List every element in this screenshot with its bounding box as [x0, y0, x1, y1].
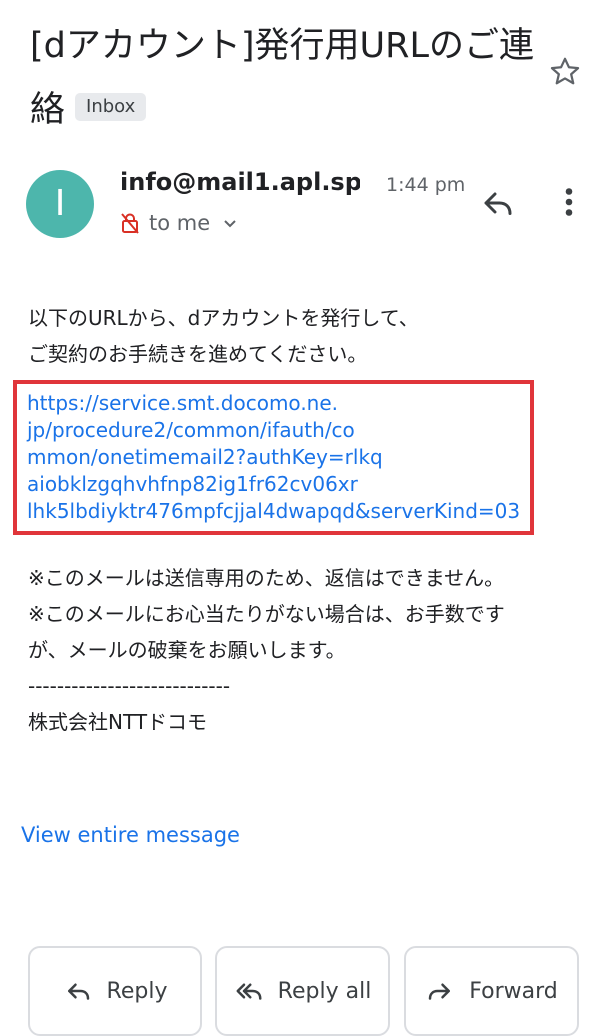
recipient-toggle[interactable]: to me [120, 206, 240, 240]
view-entire-message-link[interactable]: View entire message [21, 818, 240, 852]
sender-avatar[interactable]: I [26, 170, 94, 238]
recipient-text: to me [149, 211, 211, 235]
email-time: 1:44 pm [386, 174, 466, 196]
lock-off-icon [121, 213, 139, 234]
forward-button[interactable]: Forward [404, 946, 579, 1036]
body-intro: 以下のURLから、dアカウントを発行して、 ご契約のお手続きを進めてください。 [28, 306, 419, 366]
reply-all-button-label: Reply all [277, 978, 372, 1004]
reply-button-label: Reply [106, 978, 168, 1004]
forward-icon [429, 983, 451, 1000]
sender-address[interactable]: info@mail1.apl.sp... [120, 164, 360, 200]
body-notes: ※このメールは送信専用のため、返信はできません。 ※このメールにお心当たりがない… [28, 566, 505, 734]
reply-icon [67, 983, 89, 1000]
reply-icon[interactable] [480, 185, 516, 221]
reply-all-button[interactable]: Reply all [215, 946, 390, 1036]
email-subject: [dアカウント]発行用URLのご連絡 Inbox [30, 14, 550, 142]
chevron-down-icon [224, 220, 236, 228]
forward-button-label: Forward [469, 978, 558, 1004]
reply-button[interactable]: Reply [28, 946, 202, 1036]
inbox-label-badge[interactable]: Inbox [75, 93, 147, 121]
signup-link[interactable]: https://service.smt.docomo.ne. jp/proced… [27, 390, 520, 525]
more-vert-icon[interactable] [556, 184, 582, 220]
star-icon[interactable] [547, 54, 583, 90]
reply-all-icon [236, 983, 262, 1000]
